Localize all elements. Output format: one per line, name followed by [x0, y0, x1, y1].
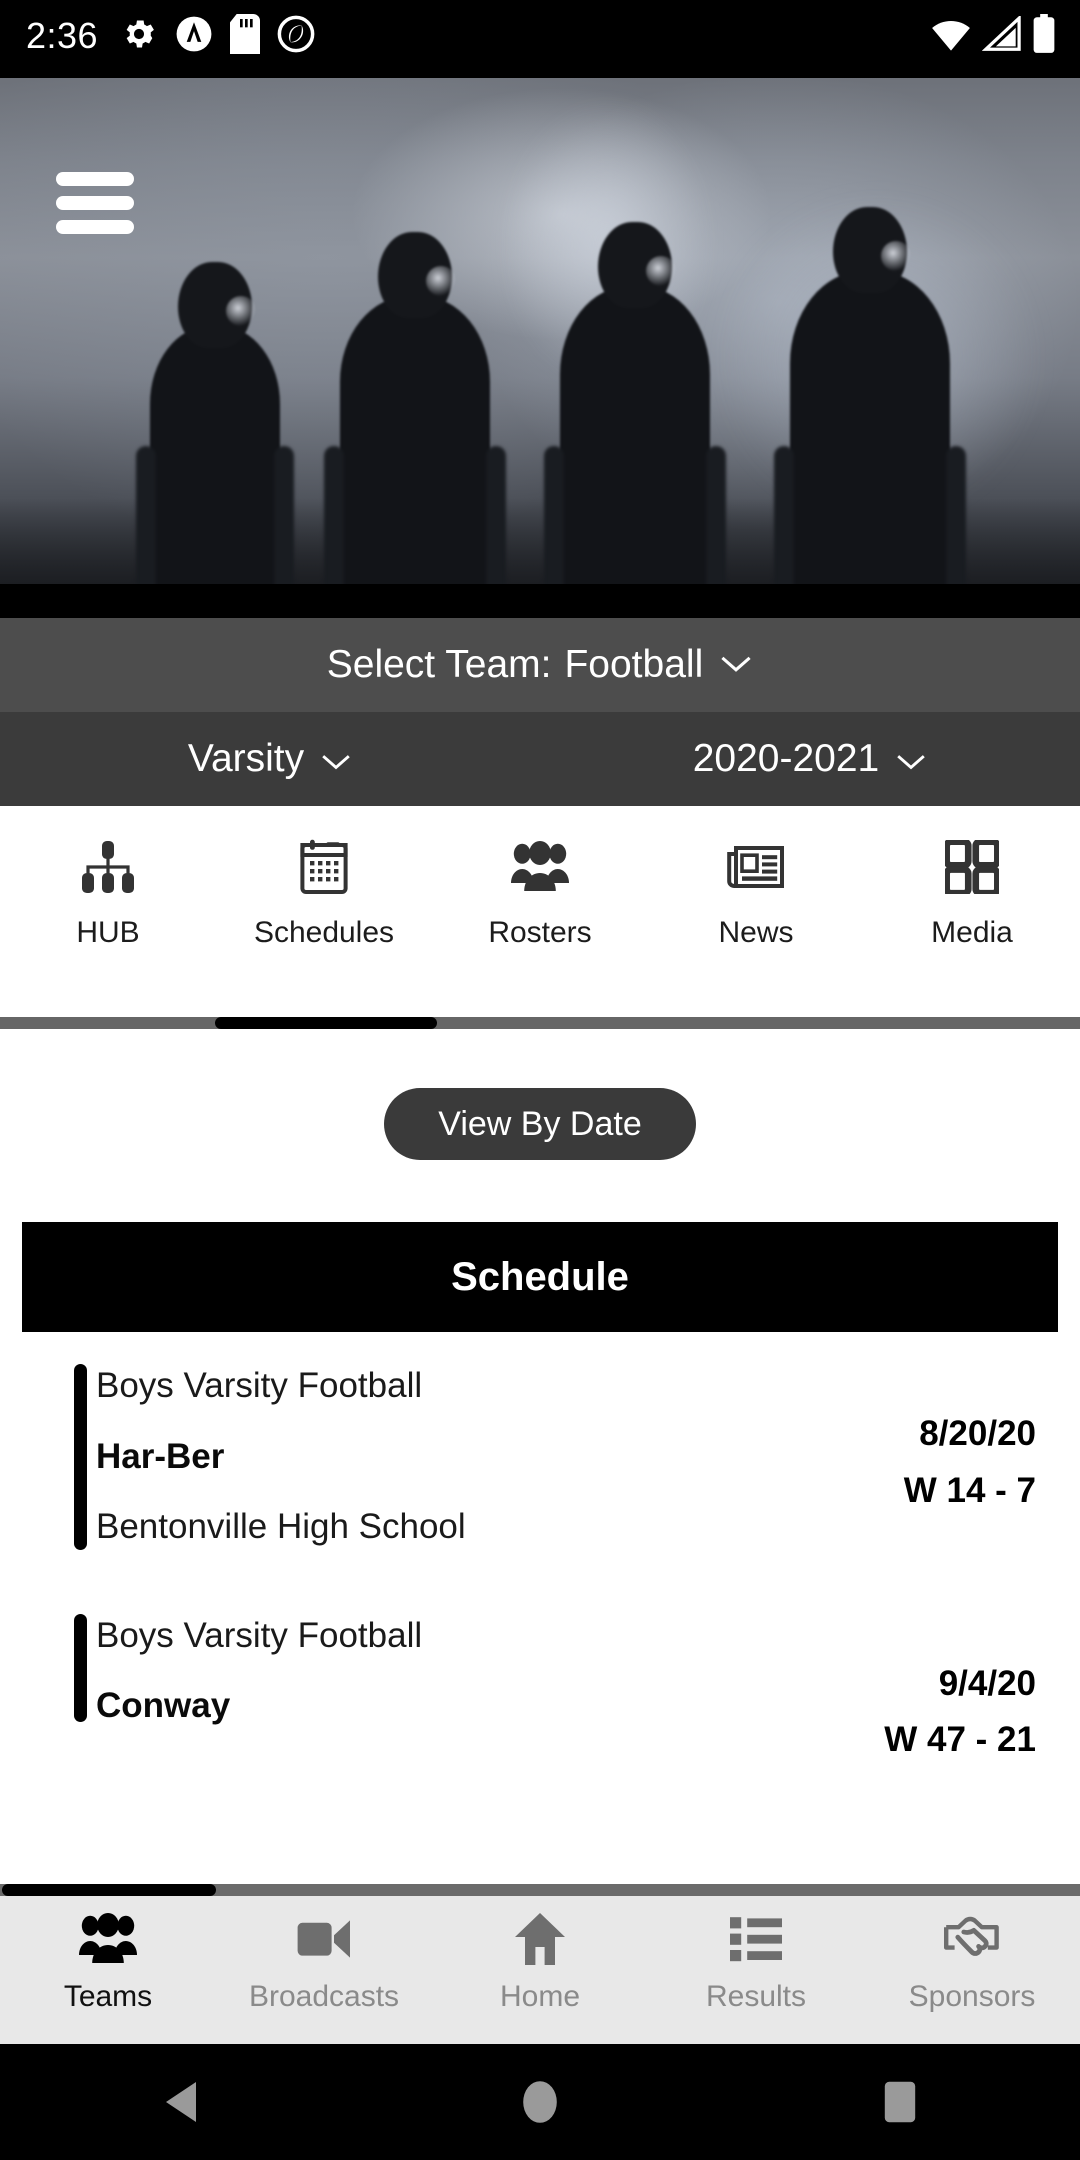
game-opponent: Har-Ber — [96, 1436, 225, 1476]
status-bar-left-icons — [120, 13, 315, 59]
tab-rosters[interactable]: Rosters — [432, 806, 648, 950]
team-selector-value: Football — [564, 643, 704, 686]
team-selector[interactable]: Select Team: Football — [0, 618, 1080, 712]
player-silhouette — [544, 222, 726, 618]
view-by-date-row: View By Date — [0, 1029, 1080, 1160]
wifi-icon — [930, 16, 972, 57]
game-date: 9/4/20 — [938, 1663, 1036, 1703]
video-letterbox — [0, 584, 1080, 618]
tab-media[interactable]: Media — [864, 806, 1080, 950]
schedule-content: View By Date Schedule Boys Varsity Footb… — [0, 1029, 1080, 1884]
scrollbar-thumb[interactable] — [215, 1017, 437, 1029]
level-selector[interactable]: Varsity — [0, 737, 540, 781]
schedule-row[interactable]: Boys Varsity Football Har-Ber Bentonvill… — [22, 1332, 1058, 1582]
level-selector-value: Varsity — [187, 737, 305, 780]
grid-squares-icon — [945, 838, 999, 896]
tabs-horizontal-scrollbar[interactable] — [0, 1017, 1080, 1029]
tab-label: Schedules — [253, 916, 395, 949]
nav-item-home[interactable]: Home — [432, 1896, 648, 2014]
season-selector-value: 2020-2021 — [692, 737, 880, 780]
list-icon — [730, 1910, 782, 1968]
nav-item-teams[interactable]: Teams — [0, 1896, 216, 2014]
circle-a-icon — [175, 15, 213, 58]
tab-label: Rosters — [488, 916, 592, 949]
battery-icon — [1032, 13, 1056, 59]
player-silhouette — [324, 232, 506, 618]
tab-label: HUB — [76, 916, 140, 949]
bottom-navigation: Teams Broadcasts Home Results Sponsors — [0, 1896, 1080, 2044]
row-accent-bar — [74, 1364, 87, 1550]
nav-label: Broadcasts — [248, 1980, 400, 2013]
game-opponent: Conway — [96, 1686, 231, 1725]
cell-signal-icon — [981, 13, 1022, 57]
tab-hub[interactable]: HUB — [0, 806, 216, 950]
people-group-icon — [511, 838, 569, 896]
section-tabs: HUB Schedules Rosters News Media — [0, 806, 1080, 1018]
nav-label: Sponsors — [908, 1980, 1036, 2013]
nav-item-results[interactable]: Results — [648, 1896, 864, 2014]
tab-schedules[interactable]: Schedules — [216, 806, 432, 950]
status-bar: 2:36 — [0, 0, 1080, 72]
status-bar-right-icons — [930, 13, 1056, 59]
nav-label: Home — [499, 1980, 581, 2013]
circle-swirl-icon — [277, 15, 315, 58]
back-triangle-icon[interactable] — [120, 2044, 240, 2160]
app-screen: 2:36 Select Team: Football Varsity 2020-… — [0, 0, 1080, 2160]
season-selector[interactable]: 2020-2021 — [540, 737, 1080, 781]
game-location: Bentonville High School — [96, 1507, 466, 1546]
gear-icon — [120, 15, 158, 58]
house-icon — [515, 1910, 565, 1968]
game-sport: Boys Varsity Football — [96, 1366, 423, 1405]
nav-item-sponsors[interactable]: Sponsors — [864, 1896, 1080, 2014]
chevron-down-icon — [320, 737, 352, 781]
game-result: W 14 - 7 — [903, 1470, 1036, 1510]
game-meta: 8/20/20 W 14 - 7 — [904, 1360, 1058, 1519]
people-group-icon — [79, 1910, 137, 1968]
page-title: Schedule — [451, 1254, 629, 1299]
game-result: W 47 - 21 — [884, 1720, 1036, 1760]
org-chart-icon — [80, 838, 136, 896]
team-selector-label: Select Team: — [326, 643, 552, 686]
chevron-down-icon — [895, 737, 927, 781]
android-navigation-bar — [0, 2044, 1080, 2160]
row-accent-bar — [74, 1613, 87, 1722]
game-meta: 9/4/20 W 47 - 21 — [884, 1610, 1058, 1769]
player-silhouette — [774, 207, 966, 618]
scrollbar-thumb[interactable] — [2, 1884, 216, 1896]
nav-item-broadcasts[interactable]: Broadcasts — [216, 1896, 432, 2014]
player-silhouette — [136, 262, 294, 618]
home-circle-icon[interactable] — [480, 2044, 600, 2160]
nav-label: Results — [705, 1980, 807, 2013]
hero-video[interactable] — [0, 72, 1080, 618]
sub-selectors: Varsity 2020-2021 — [0, 712, 1080, 806]
hero-video-frame — [0, 72, 1080, 618]
schedule-heading-bar: Schedule — [22, 1222, 1058, 1332]
game-date: 8/20/20 — [919, 1414, 1036, 1453]
schedule-row[interactable]: Boys Varsity Football Conway 9/4/20 W 47… — [22, 1582, 1058, 1797]
calendar-icon — [298, 838, 350, 896]
content-horizontal-scrollbar[interactable] — [0, 1884, 1080, 1896]
newspaper-icon — [726, 838, 786, 896]
video-camera-icon — [296, 1910, 352, 1968]
recents-square-icon[interactable] — [840, 2044, 960, 2160]
hamburger-menu-icon[interactable] — [56, 172, 134, 234]
sd-card-icon — [230, 13, 261, 59]
tab-label: News — [718, 916, 794, 949]
status-bar-time: 2:36 — [26, 15, 99, 56]
handshake-icon — [943, 1910, 1001, 1968]
tab-label: Media — [931, 916, 1013, 949]
chevron-down-icon — [719, 652, 753, 679]
game-sport: Boys Varsity Football — [96, 1615, 423, 1655]
tab-news[interactable]: News — [648, 806, 864, 950]
video-letterbox — [0, 72, 1080, 78]
nav-label: Teams — [63, 1980, 153, 2013]
view-by-date-button[interactable]: View By Date — [384, 1088, 696, 1160]
